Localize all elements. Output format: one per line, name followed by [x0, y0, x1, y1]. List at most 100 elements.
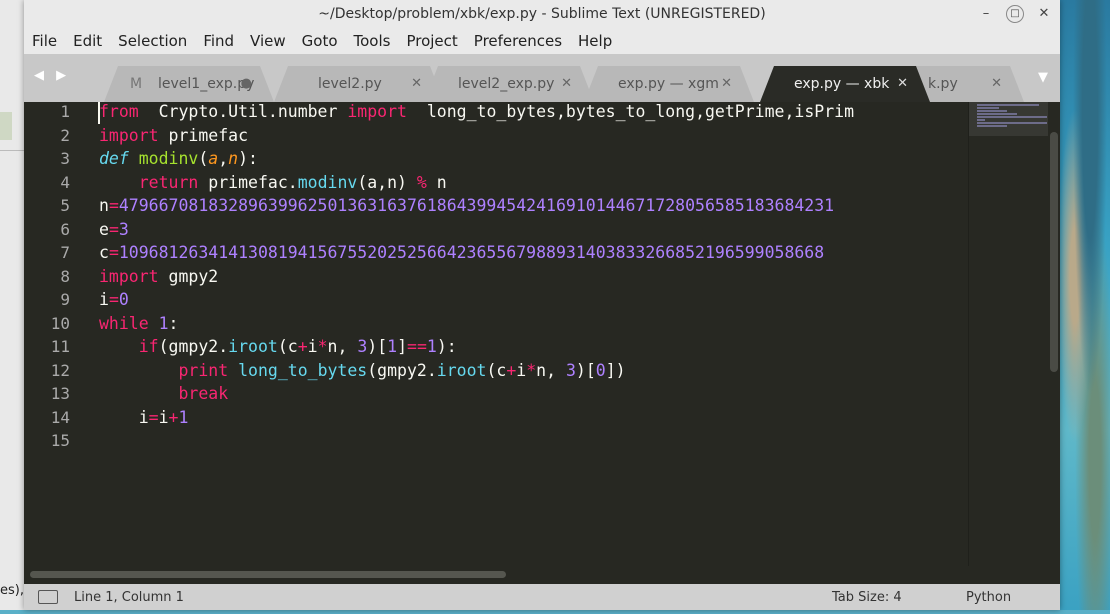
- line-number: 3: [60, 149, 70, 168]
- line-number: 7: [60, 243, 70, 262]
- code-line[interactable]: while 1:: [99, 314, 178, 333]
- tab-overflow-chevron-down-icon[interactable]: ▼: [1038, 70, 1048, 85]
- code-token: i: [99, 290, 109, 309]
- minimap-line: [977, 122, 1047, 124]
- code-token: ]): [605, 360, 626, 380]
- window-controls: – □ ✕: [976, 4, 1054, 24]
- code-token: iroot: [228, 337, 278, 356]
- syntax-selector[interactable]: Python: [966, 590, 1011, 605]
- desktop-fragment-block: [0, 112, 12, 140]
- code-line[interactable]: if(gmpy2.iroot(c+i*n, 3)[1]==1):: [99, 337, 457, 356]
- line-number: 5: [60, 196, 70, 215]
- menu-tools[interactable]: Tools: [354, 32, 391, 50]
- code-token: a: [208, 149, 219, 168]
- horizontal-scroll-thumb[interactable]: [30, 571, 506, 578]
- close-icon[interactable]: ✕: [721, 76, 732, 91]
- code-token: 1: [387, 337, 398, 356]
- code-token: (: [198, 149, 209, 168]
- menu-bar: File Edit Selection Find View Goto Tools…: [24, 28, 1060, 54]
- code-token: i: [99, 407, 149, 427]
- menu-help[interactable]: Help: [578, 32, 612, 50]
- status-bar: Line 1, Column 1 Tab Size: 4 Python: [24, 584, 1060, 610]
- close-icon[interactable]: ✕: [897, 76, 908, 91]
- close-icon[interactable]: ✕: [561, 76, 572, 91]
- minimize-button[interactable]: –: [976, 4, 996, 24]
- menu-project[interactable]: Project: [406, 32, 457, 50]
- menu-edit[interactable]: Edit: [73, 32, 102, 50]
- tab-size-selector[interactable]: Tab Size: 4: [832, 590, 902, 605]
- code-token: (a,n): [357, 172, 417, 192]
- line-number: 4: [60, 172, 70, 192]
- code-token: 1: [426, 337, 437, 356]
- menu-view[interactable]: View: [250, 32, 286, 50]
- line-number-gutter: 1 2 3 4 5 6 7 8 9 10 11 12 13 14 15: [24, 102, 94, 566]
- code-token: def: [99, 149, 129, 168]
- code-token: if: [138, 337, 159, 356]
- code-line[interactable]: def modinv(a,n):: [99, 149, 258, 168]
- code-token: =: [148, 407, 159, 427]
- cursor-position[interactable]: Line 1, Column 1: [74, 590, 184, 605]
- tab-exp-xbk[interactable]: exp.py — xbk ✕: [760, 66, 930, 102]
- menu-find[interactable]: Find: [203, 32, 234, 50]
- code-line[interactable]: e=3: [99, 220, 129, 239]
- code-token: i: [307, 337, 318, 356]
- code-token: 3: [357, 337, 368, 356]
- tab-label: k.py: [928, 76, 958, 92]
- menu-preferences[interactable]: Preferences: [474, 32, 562, 50]
- horizontal-scrollbar[interactable]: [24, 566, 1060, 584]
- close-icon[interactable]: ✕: [411, 76, 422, 91]
- code-line[interactable]: print long_to_bytes(gmpy2.iroot(c+i*n, 3…: [99, 360, 626, 380]
- code-token: e: [99, 219, 109, 239]
- tab-level1-exp[interactable]: M level1_exp.py ●: [104, 66, 274, 102]
- close-icon[interactable]: ✕: [991, 76, 1002, 91]
- code-line[interactable]: break: [99, 384, 228, 403]
- code-line[interactable]: import gmpy2: [99, 267, 218, 286]
- code-token: 3: [118, 219, 129, 239]
- code-token: %: [416, 172, 427, 192]
- close-button[interactable]: ✕: [1034, 4, 1054, 24]
- code-token: ==: [407, 337, 427, 356]
- code-token: while: [99, 313, 149, 333]
- dirty-dot-icon[interactable]: ●: [241, 76, 252, 91]
- window-title: ~/Desktop/problem/xbk/exp.py - Sublime T…: [318, 6, 766, 22]
- code-token: Crypto.Util.number: [138, 102, 348, 121]
- tab-exp-xgm[interactable]: exp.py — xgm ✕: [584, 66, 754, 102]
- line-number: 15: [50, 431, 70, 450]
- code-token: primefac: [158, 125, 249, 145]
- desktop-wallpaper: [1060, 0, 1110, 614]
- code-line[interactable]: i=i+1: [99, 407, 189, 427]
- tab-nav-arrows-icon[interactable]: ◀ ▶: [34, 68, 70, 83]
- line-number: 12: [50, 360, 70, 380]
- code-view[interactable]: from Crypto.Util.number import long_to_b…: [99, 102, 969, 566]
- maximize-button[interactable]: □: [1006, 5, 1024, 23]
- menu-selection[interactable]: Selection: [118, 32, 187, 50]
- vertical-scrollbar[interactable]: [1048, 102, 1060, 566]
- code-line[interactable]: return primefac.modinv(a,n) % n: [99, 173, 447, 192]
- tab-level2[interactable]: level2.py ✕: [274, 66, 444, 102]
- menu-goto[interactable]: Goto: [302, 32, 338, 50]
- code-line[interactable]: from Crypto.Util.number import long_to_b…: [99, 102, 854, 121]
- tab-level2-exp[interactable]: level2_exp.py ✕: [424, 66, 594, 102]
- minimap[interactable]: [968, 102, 1049, 566]
- menu-file[interactable]: File: [32, 32, 57, 50]
- line-number: 13: [50, 384, 70, 403]
- code-token: import: [99, 125, 159, 145]
- code-line[interactable]: i=0: [99, 290, 129, 309]
- editor-area[interactable]: 1 2 3 4 5 6 7 8 9 10 11 12 13 14 15 from Crypto.Util.n…: [24, 102, 1060, 566]
- panel-toggle-icon[interactable]: [38, 590, 58, 604]
- title-bar[interactable]: ~/Desktop/problem/xbk/exp.py - Sublime T…: [24, 0, 1060, 28]
- tab-hidden-prefix: M: [130, 76, 143, 92]
- code-line[interactable]: import primefac: [99, 126, 248, 145]
- code-line[interactable]: c=10968126341413081941567552025256642365…: [99, 243, 824, 262]
- desktop-left-edge: es),: [0, 0, 24, 614]
- code-line[interactable]: n=47966708183289639962501363163761864399…: [99, 196, 834, 215]
- vertical-scroll-thumb[interactable]: [1050, 132, 1058, 372]
- code-token: 0: [118, 290, 129, 309]
- minimap-line: [977, 125, 1007, 127]
- code-token: 4796670818328963996250136316376186439945…: [118, 196, 835, 215]
